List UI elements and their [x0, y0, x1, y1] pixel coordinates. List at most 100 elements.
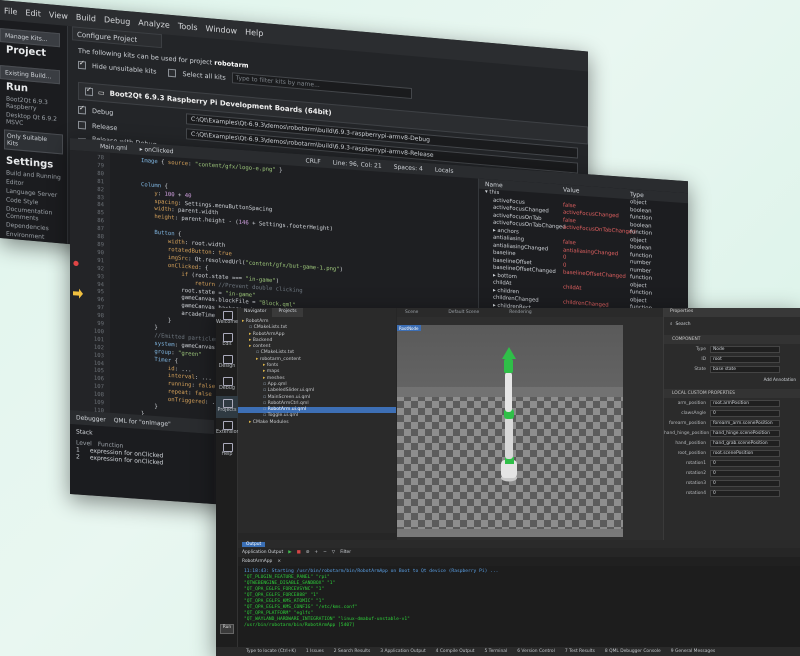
menu-debug[interactable]: Debug: [104, 15, 130, 26]
property-value-field[interactable]: 0: [710, 490, 780, 497]
suitable-kits-select[interactable]: Only Suitable Kits: [4, 129, 63, 155]
select-all-checkbox[interactable]: [168, 68, 177, 77]
project-name: robotarm: [214, 58, 249, 70]
menu-edit[interactable]: Edit: [25, 8, 41, 18]
app-tab-row: RobotArmApp ×: [238, 557, 800, 566]
settings-item[interactable]: Testing: [0, 256, 67, 271]
mode-selector: Welcome Edit Design Debug Projects Extensions…: [216, 308, 242, 656]
config-name: Release: [92, 121, 118, 132]
settings-item[interactable]: Code Model: [0, 247, 67, 262]
property-value-field[interactable]: 0: [710, 470, 780, 477]
clear-icon[interactable]: ⊘: [306, 550, 310, 555]
tab-navigator[interactable]: Navigator: [238, 308, 272, 317]
tree-item-label: Backend: [252, 337, 273, 343]
locator-input[interactable]: Type to locate (Ctrl+K): [246, 649, 296, 654]
view-tab[interactable]: Rendering: [509, 310, 531, 315]
custom-properties-section[interactable]: LOCAL CUSTOM PROPERTIES: [664, 389, 800, 398]
mode-welcome[interactable]: Welcome: [216, 308, 238, 330]
mode-projects[interactable]: Projects: [216, 396, 238, 418]
property-value-field[interactable]: root.scenePosition: [710, 450, 780, 457]
indent-setting[interactable]: Spaces: 4: [394, 163, 423, 172]
file-tab[interactable]: Main.qml: [100, 143, 128, 152]
property-label: rotation3: [685, 481, 706, 486]
mode-edit[interactable]: Edit: [216, 330, 238, 352]
property-label: clawsAngle: [681, 411, 706, 416]
view-tab[interactable]: Scene: [405, 310, 418, 315]
output-tab[interactable]: Output: [242, 541, 266, 547]
mode-help[interactable]: Help: [216, 440, 238, 462]
status-tab[interactable]: 5 Terminal: [484, 649, 507, 654]
add-annotation-button[interactable]: Add Annotation: [664, 374, 800, 385]
custom-property-row: root_position root.scenePosition: [664, 449, 800, 458]
kit-checkbox[interactable]: [85, 87, 93, 97]
stop-icon[interactable]: ■: [297, 550, 301, 555]
mode-debug[interactable]: Debug: [216, 374, 238, 396]
status-tab[interactable]: 9 General Messages: [671, 649, 715, 654]
property-value-field[interactable]: 0: [710, 410, 780, 417]
status-tab[interactable]: 7 Test Results: [565, 649, 595, 654]
3d-viewport[interactable]: Scene Default Scene Rendering RootNode: [397, 308, 663, 540]
property-label: rotation1: [685, 461, 706, 466]
component-rows: Type Node ID root State base state: [664, 345, 800, 374]
property-value-field[interactable]: 0: [710, 480, 780, 487]
property-label: ID: [701, 357, 706, 362]
property-value-field[interactable]: forearm_arm.scenePosition: [710, 420, 780, 427]
breakpoint-icon[interactable]: [73, 260, 79, 267]
mode-design[interactable]: Design: [216, 352, 238, 374]
properties-title: Properties: [664, 308, 800, 317]
design-studio-window: Welcome Edit Design Debug Projects Extensions…: [216, 308, 800, 656]
menu-file[interactable]: File: [4, 6, 17, 16]
status-tab[interactable]: 8 QML Debugger Console: [605, 649, 661, 654]
menu-analyze[interactable]: Analyze: [138, 18, 170, 30]
property-value-field[interactable]: base state: [710, 366, 780, 373]
zoom-in-icon[interactable]: +: [314, 550, 318, 555]
custom-property-row: rotation3 0: [664, 479, 800, 488]
col-type[interactable]: Type: [630, 191, 644, 199]
app-output-tab[interactable]: RobotArmApp: [242, 559, 272, 564]
tree-item-label: App.qml: [267, 381, 287, 387]
property-value-field[interactable]: root.armPosition: [710, 400, 780, 407]
project-tree: ▸ RobotArm ▫ CMakeLists.txt ▸ RobotArmApp ▸…: [238, 317, 396, 426]
property-value-field[interactable]: hand_hinge.scenePosition: [710, 430, 780, 437]
close-icon[interactable]: ×: [277, 559, 281, 564]
component-section[interactable]: COMPONENT: [664, 335, 800, 344]
menu-help[interactable]: Help: [245, 27, 263, 38]
property-value-field[interactable]: root: [710, 356, 780, 363]
line-ending[interactable]: CRLF: [306, 157, 321, 165]
menu-window[interactable]: Window: [206, 23, 238, 35]
symbol-selector[interactable]: ▸ onClicked: [140, 145, 174, 154]
menu-view[interactable]: View: [49, 10, 68, 21]
property-label: hand_hinge_position: [664, 431, 710, 436]
config-checkbox[interactable]: [78, 120, 86, 130]
status-tab[interactable]: 4 Compile Output: [436, 649, 475, 654]
hide-unsuitable-checkbox[interactable]: [78, 60, 86, 70]
tree-item-label: robotarm_content: [259, 356, 301, 362]
mode-extensions[interactable]: Extensions: [216, 418, 242, 440]
qml-for-label[interactable]: QML for "onImage": [114, 417, 171, 428]
zoom-out-icon[interactable]: −: [323, 550, 327, 555]
config-checkbox[interactable]: [78, 105, 86, 115]
filter-label[interactable]: Filter: [340, 550, 351, 555]
property-value-field[interactable]: 0: [710, 460, 780, 467]
execution-arrow-icon: [73, 288, 83, 299]
debugger-label[interactable]: Debugger: [76, 414, 106, 423]
status-tab[interactable]: 1 Issues: [306, 649, 324, 654]
menu-build[interactable]: Build: [76, 12, 96, 23]
menu-tools[interactable]: Tools: [178, 21, 198, 32]
filter-icon[interactable]: ▽: [332, 550, 335, 555]
property-value-field[interactable]: Node: [710, 346, 780, 353]
property-value-field[interactable]: hand_grab.scenePosition: [710, 440, 780, 447]
properties-search[interactable]: ⌕ Search: [664, 317, 800, 331]
settings-item[interactable]: Qt Tools: [0, 265, 67, 280]
custom-property-row: rotation2 0: [664, 469, 800, 478]
run-icon[interactable]: ▶: [288, 550, 291, 555]
property-label: Type: [695, 347, 706, 352]
monitor-icon: ▭: [98, 88, 105, 98]
projects-sidebar: Manage Kits... Project Existing Build...…: [0, 20, 68, 276]
status-tab[interactable]: 2 Search Results: [334, 649, 371, 654]
status-tab[interactable]: 6 Version Control: [517, 649, 555, 654]
tab-projects[interactable]: Projects: [272, 308, 303, 317]
status-tab[interactable]: 3 Application Output: [380, 649, 425, 654]
view-tab[interactable]: Default Scene: [448, 310, 479, 315]
tree-item[interactable]: ▸ CMake Modules: [238, 420, 396, 426]
